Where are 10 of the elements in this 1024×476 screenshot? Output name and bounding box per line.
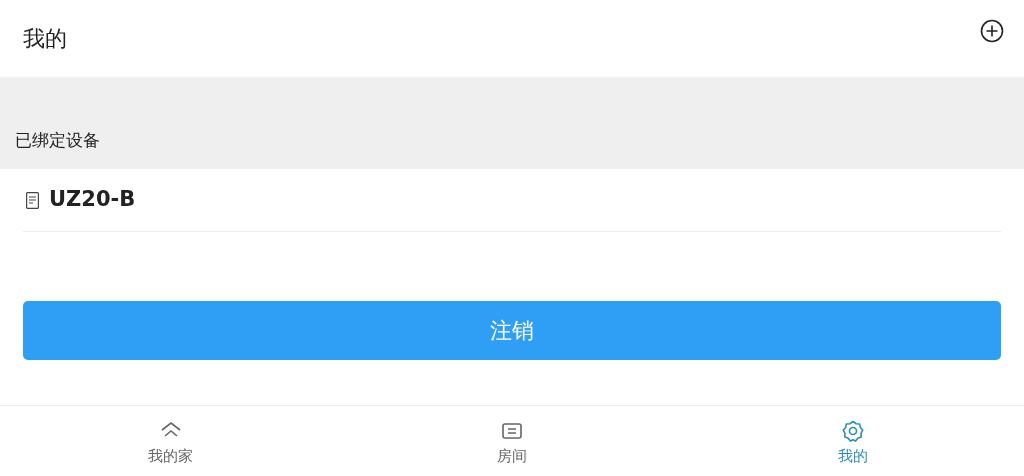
device-row[interactable]: UZ20-B <box>23 169 1001 232</box>
section-title: 已绑定设备 <box>15 128 100 152</box>
gear-icon <box>841 418 866 443</box>
document-icon <box>26 191 39 209</box>
add-icon[interactable] <box>980 18 1004 43</box>
nav-tab[interactable]: 我的家 <box>0 406 342 476</box>
page-title: 我的 <box>23 25 67 53</box>
nav-tab[interactable]: 我的 <box>682 406 1024 476</box>
device-name: UZ20-B <box>49 186 136 214</box>
nav-tab[interactable]: 房间 <box>341 406 683 476</box>
